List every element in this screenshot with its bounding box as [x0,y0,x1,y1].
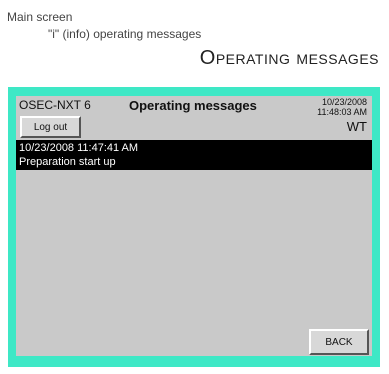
breadcrumb-info-messages: "i" (info) operating messages [48,27,202,41]
app-name: OSEC-NXT 6 [19,98,91,112]
screen-title: Operating messages [129,98,257,113]
hmi-panel: OSEC-NXT 6 Operating messages 10/23/2008… [16,96,372,356]
message-timestamp: 10/23/2008 11:47:41 AM [19,142,139,154]
current-date: 10/23/2008 [321,97,367,107]
breadcrumb-main-screen: Main screen [7,10,73,24]
back-button[interactable]: BACK [309,329,369,355]
user-initials: WT [346,119,367,134]
message-text: Preparation start up [19,156,116,168]
section-title: Operating messages [199,47,379,69]
current-time: 11:48:03 AM [317,107,367,117]
message-row[interactable]: 10/23/2008 11:47:41 AM Preparation start… [16,140,372,170]
logout-button[interactable]: Log out [20,116,81,138]
hmi-screen: OSEC-NXT 6 Operating messages 10/23/2008… [8,87,380,367]
